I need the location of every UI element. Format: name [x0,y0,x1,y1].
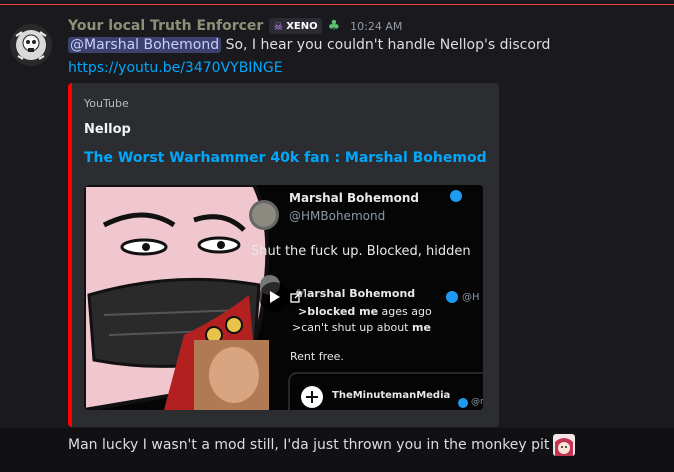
server-tag[interactable]: ☠ XENO [269,18,322,34]
tweet-text: Shut the fuck up. Blocked, hidden [251,244,471,259]
embed-author[interactable]: Nellop [84,122,131,137]
reply-handle: @H [462,292,480,303]
open-external-button[interactable] [287,289,305,305]
user-mention[interactable]: @Marshal Bohemond [68,37,222,53]
external-link-icon [290,291,302,303]
message-link[interactable]: https://youtu.be/3470VYBINGE [68,60,283,76]
reply-line1: >blocked me ages ago [298,305,432,318]
youtube-embed: YouTube Nellop The Worst Warhammer 40k f… [68,83,499,427]
reply-line2: >can't shut up about me [292,321,431,334]
leaf-icon[interactable]: ♣ [328,18,341,34]
tweet-name: Marshal Bohemond [289,191,419,205]
reply-line3: Rent free. [290,350,344,363]
reply-line2-text: >can't shut up about [292,321,409,334]
quote-name: TheMinutemanMedia [332,390,451,401]
reply-time: ages ago [381,305,432,318]
follow-up-message: Man lucky I wasn't a mod still, I'da jus… [0,428,674,472]
embed-provider[interactable]: YouTube [84,97,129,110]
message: Your local Truth Enforcer ☠ XENO ♣ 10:24… [0,10,674,428]
skull-icon: ☠ [273,19,284,33]
reply-line1-text: >blocked me [298,305,379,318]
follow-up-text: Man lucky I wasn't a mod still, I'da jus… [68,437,550,453]
play-icon [270,291,280,303]
message-content: @Marshal Bohemond So, I hear you couldn'… [68,37,550,53]
username[interactable]: Your local Truth Enforcer [68,18,263,34]
reply-me: me [411,321,431,334]
reply-name: Marshal Bohemond [296,287,416,300]
timestamp[interactable]: 10:24 AM [350,20,402,33]
tweet-handle: @HMBohemond [289,209,386,223]
follow-up-content: Man lucky I wasn't a mod still, I'da jus… [68,434,576,456]
play-button[interactable] [259,282,289,312]
quote-handle: @mi [471,397,483,407]
avatar[interactable] [10,24,52,66]
message-header: Your local Truth Enforcer ☠ XENO ♣ 10:24… [68,16,402,36]
server-tag-label: XENO [286,20,318,32]
anime-girl-emoji-icon[interactable] [553,434,576,456]
message-text: So, I hear you couldn't handle Nellop's … [225,37,551,53]
embed-title-link[interactable]: The Worst Warhammer 40k fan : Marshal Bo… [84,150,487,166]
video-thumbnail[interactable]: Marshal Bohemond @HMBohemond Shut the fu… [84,185,483,410]
skull-avatar-icon [11,25,51,65]
new-messages-divider [0,4,674,5]
